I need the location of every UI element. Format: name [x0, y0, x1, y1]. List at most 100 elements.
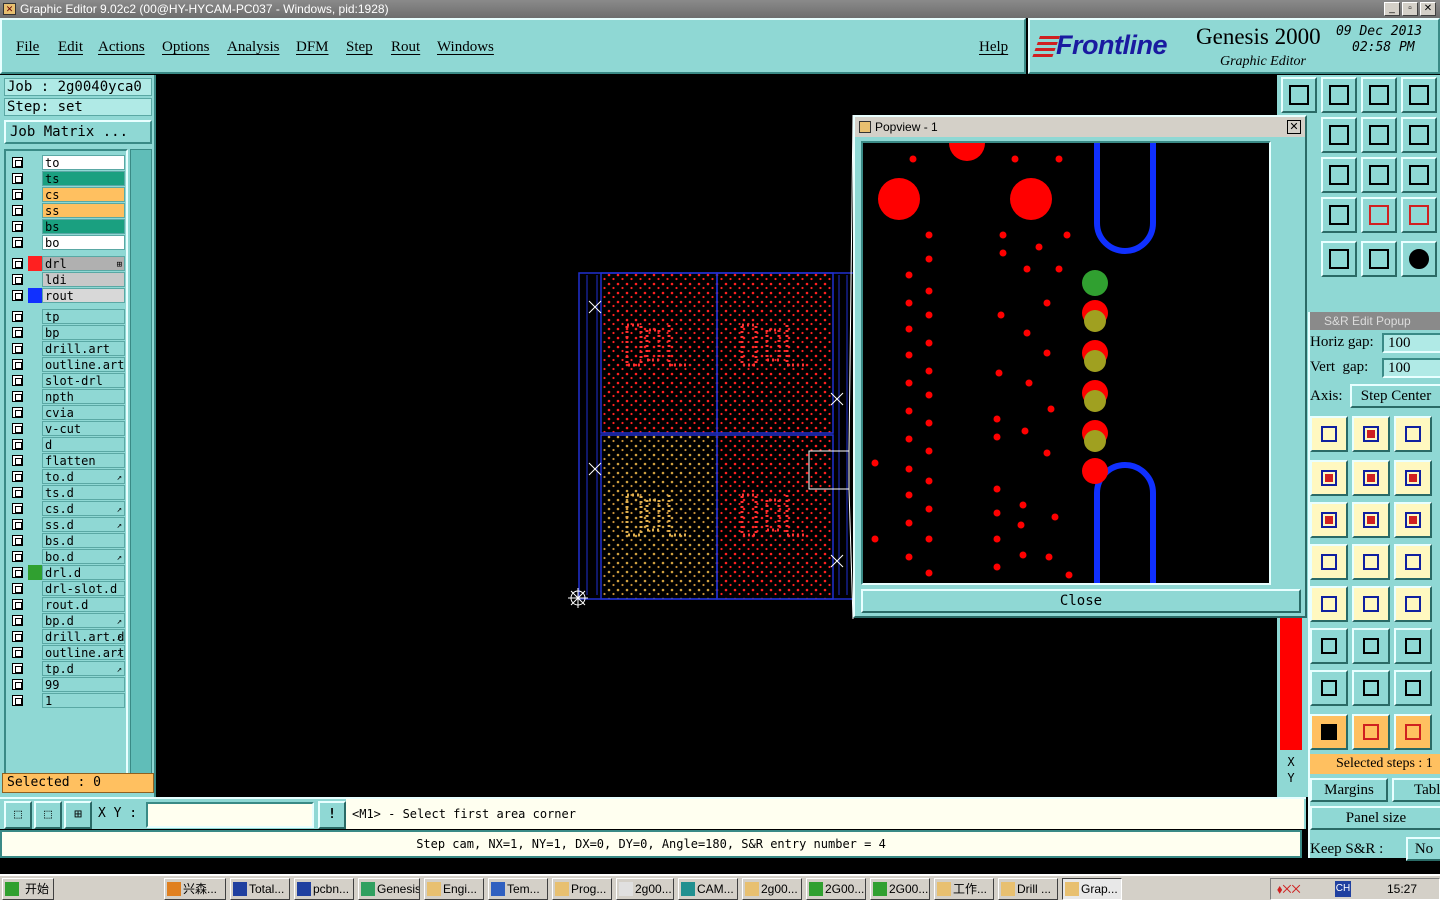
layer-row[interactable]: d: [8, 437, 126, 452]
layer-row[interactable]: 99: [8, 677, 126, 692]
layer-checkbox[interactable]: [12, 519, 23, 530]
menu-edit[interactable]: Edit: [58, 39, 83, 56]
layer-checkbox[interactable]: [12, 157, 23, 168]
layer-checkbox[interactable]: [12, 311, 23, 322]
tool-button-6[interactable]: [1361, 117, 1397, 153]
layer-name[interactable]: drl ⊞: [42, 256, 125, 271]
snr-tool-12[interactable]: [1394, 544, 1432, 580]
layer-name[interactable]: cvia: [42, 405, 125, 420]
layer-row[interactable]: drill.art: [8, 341, 126, 356]
taskbar-item[interactable]: 2G00...: [806, 878, 866, 900]
measure-icon[interactable]: [1321, 241, 1357, 277]
layer-row[interactable]: bp.d ↗: [8, 613, 126, 628]
menu-options[interactable]: Options: [162, 39, 210, 56]
layer-name[interactable]: to: [42, 155, 125, 170]
horiz-gap-input[interactable]: 100: [1382, 333, 1440, 353]
layer-name[interactable]: v-cut: [42, 421, 125, 436]
layer-row[interactable]: rout.d: [8, 597, 126, 612]
layer-row[interactable]: drl-slot.d: [8, 581, 126, 596]
menu-dfm[interactable]: DFM: [296, 39, 329, 56]
menu-analysis[interactable]: Analysis: [227, 39, 280, 56]
layer-row[interactable]: drl.d: [8, 565, 126, 580]
align-left-icon[interactable]: [1310, 628, 1348, 664]
menu-rout[interactable]: Rout: [391, 39, 420, 56]
layer-name[interactable]: drill.art.d ↗: [42, 629, 125, 644]
layer-row[interactable]: flatten: [8, 453, 126, 468]
layer-name[interactable]: drill.art: [42, 341, 125, 356]
tray-icons[interactable]: ⬧✕✕: [1277, 879, 1301, 899]
alert-button[interactable]: !: [318, 801, 346, 829]
layer-name[interactable]: bs.d: [42, 533, 125, 548]
taskbar-item-active[interactable]: Grap...: [1062, 878, 1122, 900]
layer-name[interactable]: outline.art.d↗: [42, 645, 125, 660]
area-select-alt-icon[interactable]: ⬚: [34, 801, 62, 829]
layer-row[interactable]: ts.d: [8, 485, 126, 500]
layer-name[interactable]: ts: [42, 171, 125, 186]
tool-button-2[interactable]: [1321, 77, 1357, 113]
select-pointer-icon[interactable]: [1310, 714, 1348, 750]
vert-gap-input[interactable]: 100: [1382, 358, 1440, 378]
layer-name[interactable]: tp.d ↗: [42, 661, 125, 676]
snr-tool-9[interactable]: [1394, 502, 1432, 538]
tool-button-1[interactable]: [1281, 77, 1317, 113]
layer-row[interactable]: cs.d ↗: [8, 501, 126, 516]
layer-name[interactable]: ldi: [42, 272, 125, 287]
layer-name[interactable]: tp: [42, 309, 125, 324]
layer-checkbox[interactable]: [12, 551, 23, 562]
layer-name[interactable]: to.d ↗: [42, 469, 125, 484]
snr-tool-15[interactable]: [1394, 586, 1432, 622]
layer-checkbox[interactable]: [12, 359, 23, 370]
layer-checkbox[interactable]: [12, 375, 23, 386]
layer-checkbox[interactable]: [12, 173, 23, 184]
layer-row[interactable]: tp.d ↗: [8, 661, 126, 676]
layer-row[interactable]: drl ⊞: [8, 256, 126, 271]
menu-actions[interactable]: Actions: [98, 39, 145, 56]
start-button[interactable]: 开始: [2, 878, 54, 900]
layer-checkbox[interactable]: [12, 343, 23, 354]
align-right-icon[interactable]: [1352, 628, 1390, 664]
snr-tool-14[interactable]: [1352, 586, 1390, 622]
snr-tool-11[interactable]: [1352, 544, 1390, 580]
layer-name[interactable]: bo: [42, 235, 125, 250]
layer-name[interactable]: rout: [42, 288, 125, 303]
tool-button-4[interactable]: [1401, 77, 1437, 113]
layer-checkbox[interactable]: [12, 615, 23, 626]
language-indicator[interactable]: CH: [1335, 881, 1351, 897]
taskbar-item[interactable]: 工作...: [934, 878, 994, 900]
taskbar-item[interactable]: CAM...: [678, 878, 738, 900]
taskbar-item[interactable]: pcbn...: [294, 878, 354, 900]
select-pointer-alt2-icon[interactable]: [1394, 714, 1432, 750]
layer-checkbox[interactable]: [12, 567, 23, 578]
layer-name[interactable]: drl-slot.d: [42, 581, 125, 596]
pad-icon[interactable]: [1401, 241, 1437, 277]
taskbar-item[interactable]: 2G00...: [870, 878, 930, 900]
layer-name[interactable]: npth: [42, 389, 125, 404]
layer-checkbox[interactable]: [12, 205, 23, 216]
keep-snr-select[interactable]: No: [1406, 837, 1440, 861]
tool-button-5[interactable]: [1321, 117, 1357, 153]
layer-name[interactable]: bo.d ↗: [42, 549, 125, 564]
layer-name[interactable]: bp: [42, 325, 125, 340]
layer-checkbox[interactable]: [12, 274, 23, 285]
axis-select[interactable]: Step Center: [1350, 384, 1440, 408]
spread-horizontal-icon[interactable]: [1310, 670, 1348, 706]
layer-checkbox[interactable]: [12, 487, 23, 498]
taskbar-item[interactable]: Engi...: [424, 878, 484, 900]
select-pointer-alt-icon[interactable]: [1352, 714, 1390, 750]
layer-checkbox[interactable]: [12, 679, 23, 690]
layer-name[interactable]: bp.d ↗: [42, 613, 125, 628]
taskbar-item[interactable]: Drill ...: [998, 878, 1058, 900]
layer-row[interactable]: to.d ↗: [8, 469, 126, 484]
layer-name[interactable]: ss: [42, 203, 125, 218]
layer-checkbox[interactable]: [12, 631, 23, 642]
layer-row[interactable]: bo.d ↗: [8, 549, 126, 564]
layer-row[interactable]: to: [8, 155, 126, 170]
layer-list-scrollbar[interactable]: [130, 149, 152, 791]
layer-checkbox[interactable]: [12, 583, 23, 594]
layer-name[interactable]: rout.d: [42, 597, 125, 612]
layer-checkbox[interactable]: [12, 503, 23, 514]
layer-checkbox[interactable]: [12, 535, 23, 546]
layer-row[interactable]: slot-drl: [8, 373, 126, 388]
margins-button[interactable]: Margins: [1310, 778, 1388, 802]
layer-name[interactable]: ss.d ↗: [42, 517, 125, 532]
